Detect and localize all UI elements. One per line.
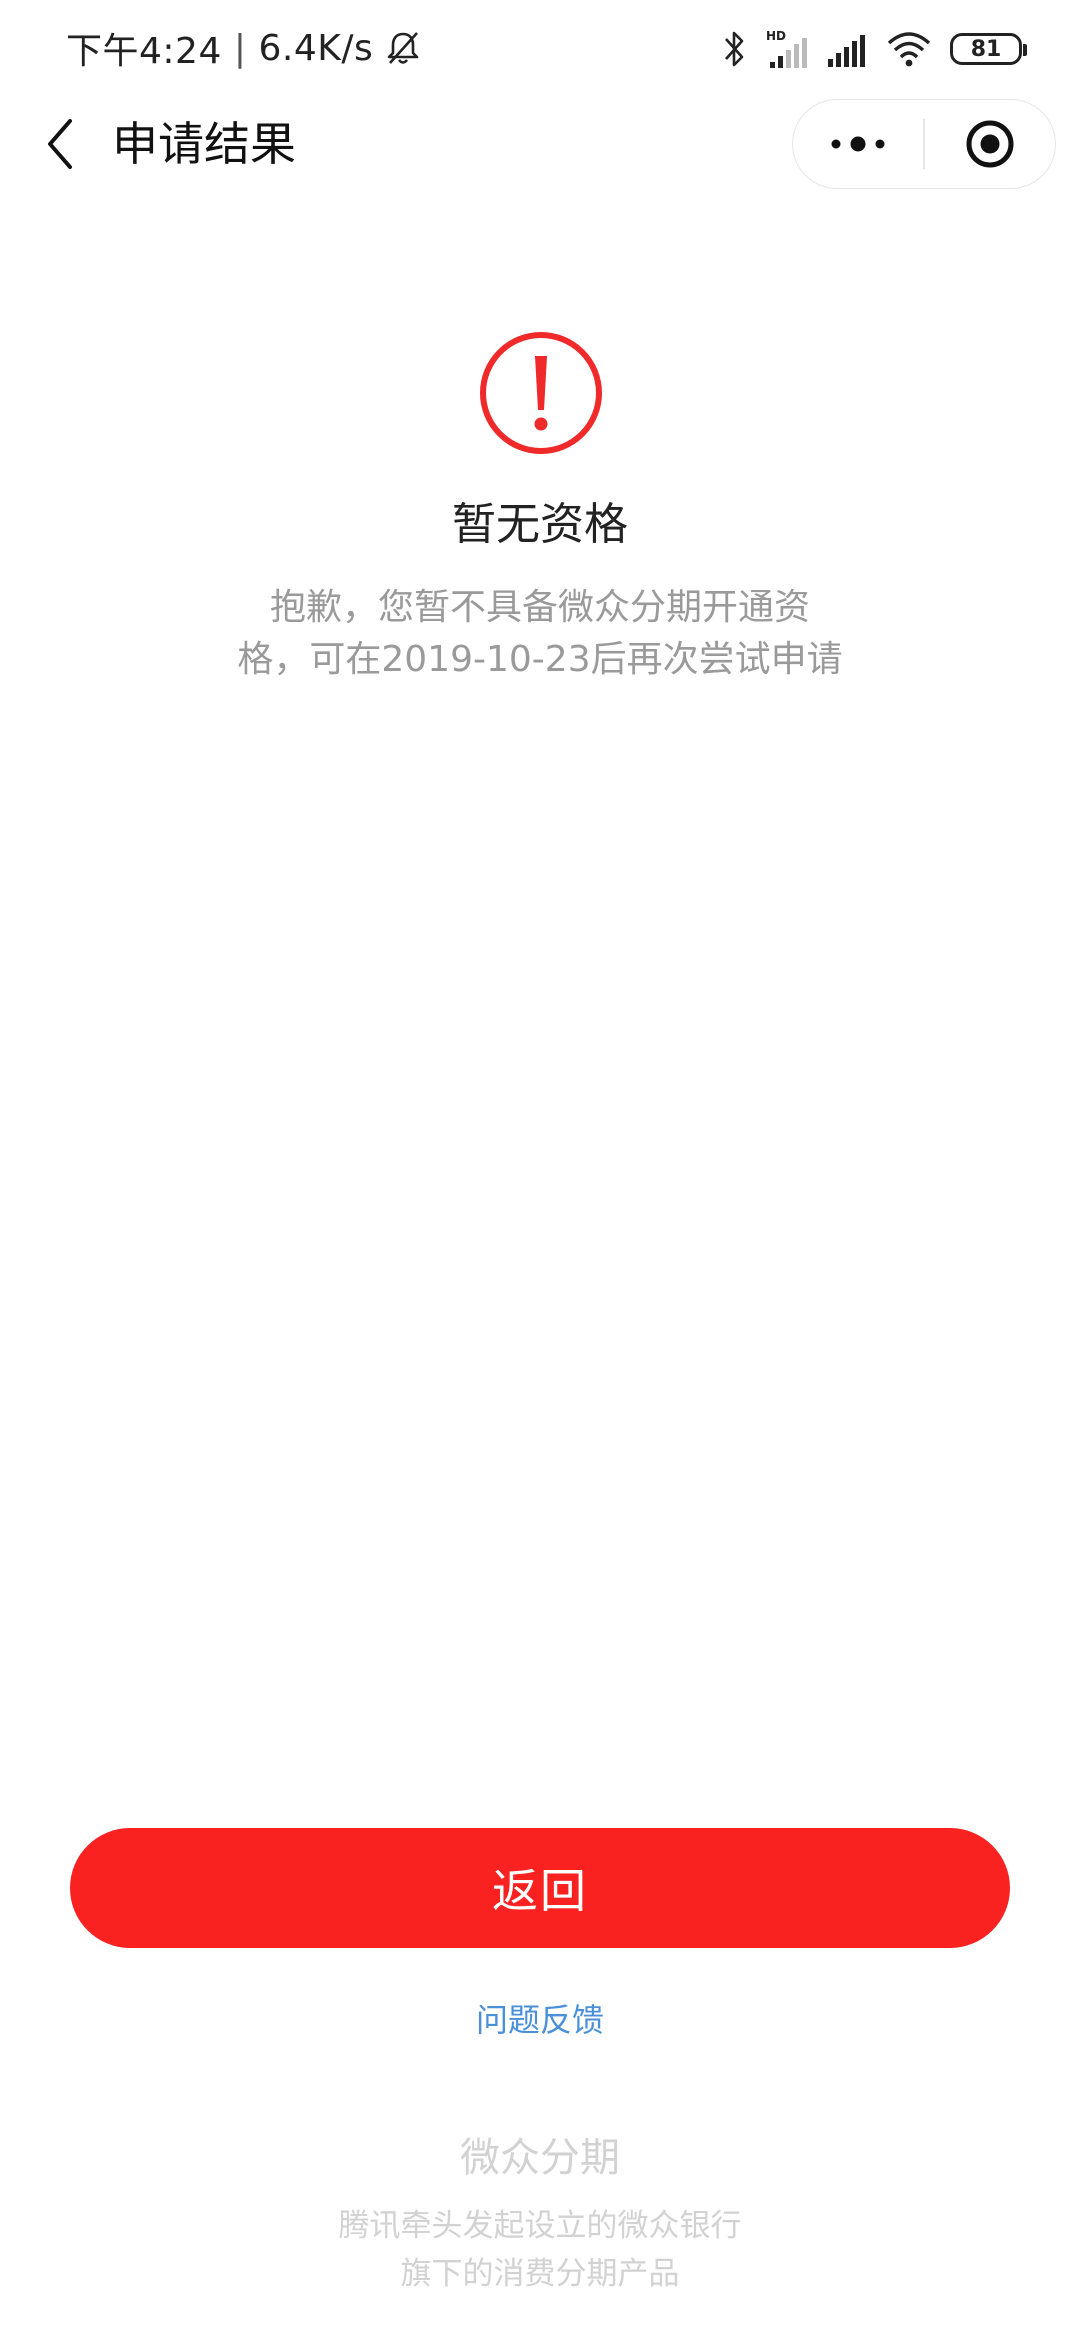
status-separator: | <box>233 27 247 69</box>
network-speed: 6.4K/s <box>258 27 374 69</box>
feedback-link-label[interactable]: 问题反馈 <box>476 2001 604 2039</box>
result-description-line1: 抱歉，您暂不具备微众分期开通资 <box>269 587 810 628</box>
brand-description-line2: 旗下的消费分期产品 <box>400 2256 680 2292</box>
feedback-link: 问题反馈 <box>0 1998 1080 2042</box>
brand-description: 腾讯牵头发起设立的微众银行 旗下的消费分期产品 <box>0 2202 1080 2298</box>
battery-level: 81 <box>970 36 1002 62</box>
hd-signal-icon: HD <box>766 29 807 68</box>
signal-icon <box>828 35 865 67</box>
status-left: 下午4:24 | 6.4K/s <box>66 24 423 72</box>
target-close-icon <box>966 120 1014 168</box>
mini-program-capsule <box>792 99 1056 189</box>
return-button[interactable]: 返回 <box>70 1828 1010 1948</box>
wifi-icon <box>887 32 931 67</box>
bell-off-icon <box>387 32 419 64</box>
status-bar: 下午4:24 | 6.4K/s HD 81 <box>0 0 1080 96</box>
bluetooth-icon <box>725 31 744 67</box>
brand-name: 微众分期 <box>460 2135 620 2181</box>
chevron-left-icon <box>48 119 72 169</box>
back-button[interactable] <box>30 114 90 174</box>
exclamation-circle-icon <box>480 332 602 454</box>
nav-bar: 申请结果 <box>0 96 1080 192</box>
result-description: 抱歉，您暂不具备微众分期开通资 格，可在2019-10-23后再次尝试申请 <box>220 582 860 686</box>
page-title: 申请结果 <box>112 117 296 171</box>
result-title: 暂无资格 <box>452 499 628 550</box>
battery-icon: 81 <box>950 33 1027 65</box>
result-description-line2: 格，可在2019-10-23后再次尝试申请 <box>237 639 843 680</box>
close-button[interactable] <box>925 100 1055 188</box>
svg-text:HD: HD <box>766 29 786 43</box>
status-time: 下午4:24 <box>66 31 222 72</box>
status-right: HD 81 <box>722 26 1027 72</box>
more-button[interactable] <box>793 100 923 188</box>
brand-description-line1: 腾讯牵头发起设立的微众银行 <box>338 2208 742 2244</box>
more-dots-icon <box>831 136 885 152</box>
